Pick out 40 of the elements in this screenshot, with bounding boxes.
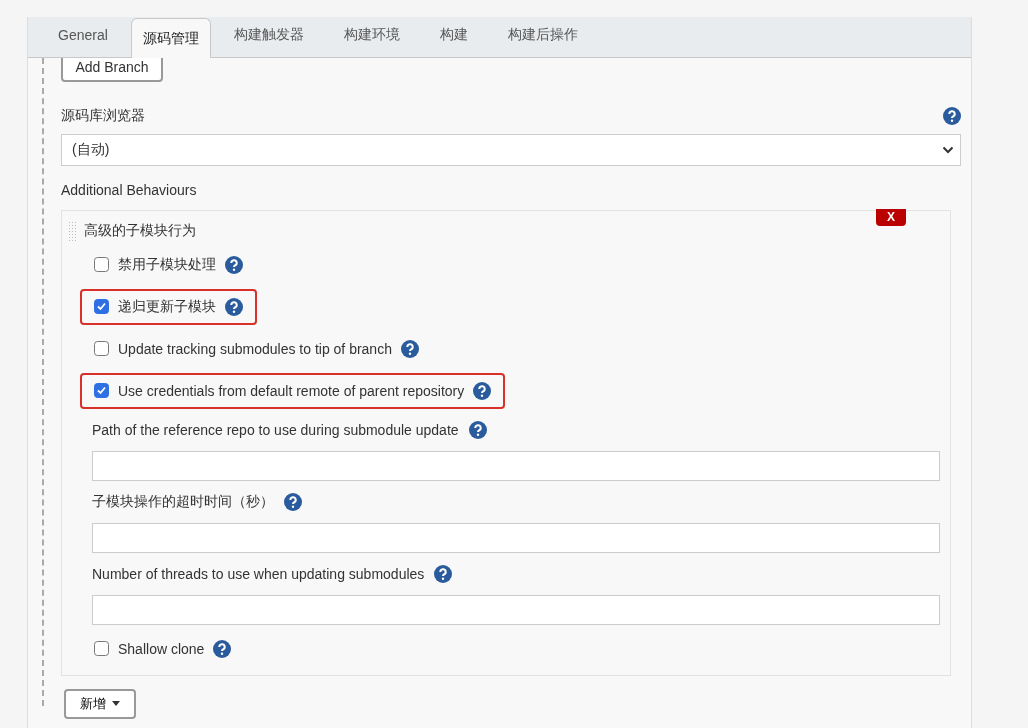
tab[interactable]: 构建环境 [326, 17, 417, 52]
input-field[interactable] [92, 450, 940, 481]
input-field[interactable] [92, 594, 940, 625]
checkbox[interactable] [94, 341, 109, 356]
help-icon[interactable] [473, 381, 492, 400]
field-label: 子模块操作的超时时间（秒） [92, 492, 274, 511]
tab[interactable]: General [41, 17, 125, 52]
help-icon[interactable] [225, 297, 243, 316]
checkbox[interactable] [94, 299, 109, 314]
checkbox[interactable] [94, 641, 109, 656]
input-field[interactable] [92, 522, 940, 553]
behaviour-title: 高级的子模块行为 [84, 221, 196, 240]
section-label: Additional Behaviours [61, 181, 197, 198]
help-icon[interactable] [434, 564, 453, 583]
tab[interactable]: 构建 [422, 17, 485, 52]
checkbox-label: Use credentials from default remote of parent repository [118, 382, 465, 399]
help-icon[interactable] [468, 420, 487, 439]
checkbox-label: Shallow clone [118, 640, 205, 657]
delete-button[interactable]: X [876, 208, 906, 226]
checkbox[interactable] [94, 257, 109, 272]
tab[interactable]: 源码管理 [130, 18, 211, 58]
chevron-down-icon [942, 145, 954, 154]
help-icon[interactable] [225, 255, 243, 274]
field-label: 源码库浏览器 [61, 106, 145, 125]
help-icon[interactable] [943, 106, 961, 125]
help-icon[interactable] [213, 639, 232, 658]
field-label: Path of the reference repo to use during submodule update [92, 421, 459, 438]
help-icon[interactable] [284, 492, 302, 511]
caret-icon [112, 701, 120, 706]
browser-select[interactable]: (自动) [61, 133, 961, 166]
field-label: Number of threads to use when updating submodules [92, 565, 425, 582]
checkbox-label: 递归更新子模块 [118, 297, 216, 316]
add-button[interactable]: 新增 [64, 688, 136, 719]
help-icon[interactable] [400, 339, 419, 358]
tab[interactable]: 构建后操作 [490, 17, 595, 52]
checkbox-label: 禁用子模块处理 [118, 255, 216, 274]
checkbox-label: Update tracking submodules to tip of branch [118, 340, 392, 357]
checkbox[interactable] [94, 383, 109, 398]
tab[interactable]: 构建触发器 [216, 17, 321, 52]
add-branch-button[interactable]: Add Branch [61, 58, 163, 82]
